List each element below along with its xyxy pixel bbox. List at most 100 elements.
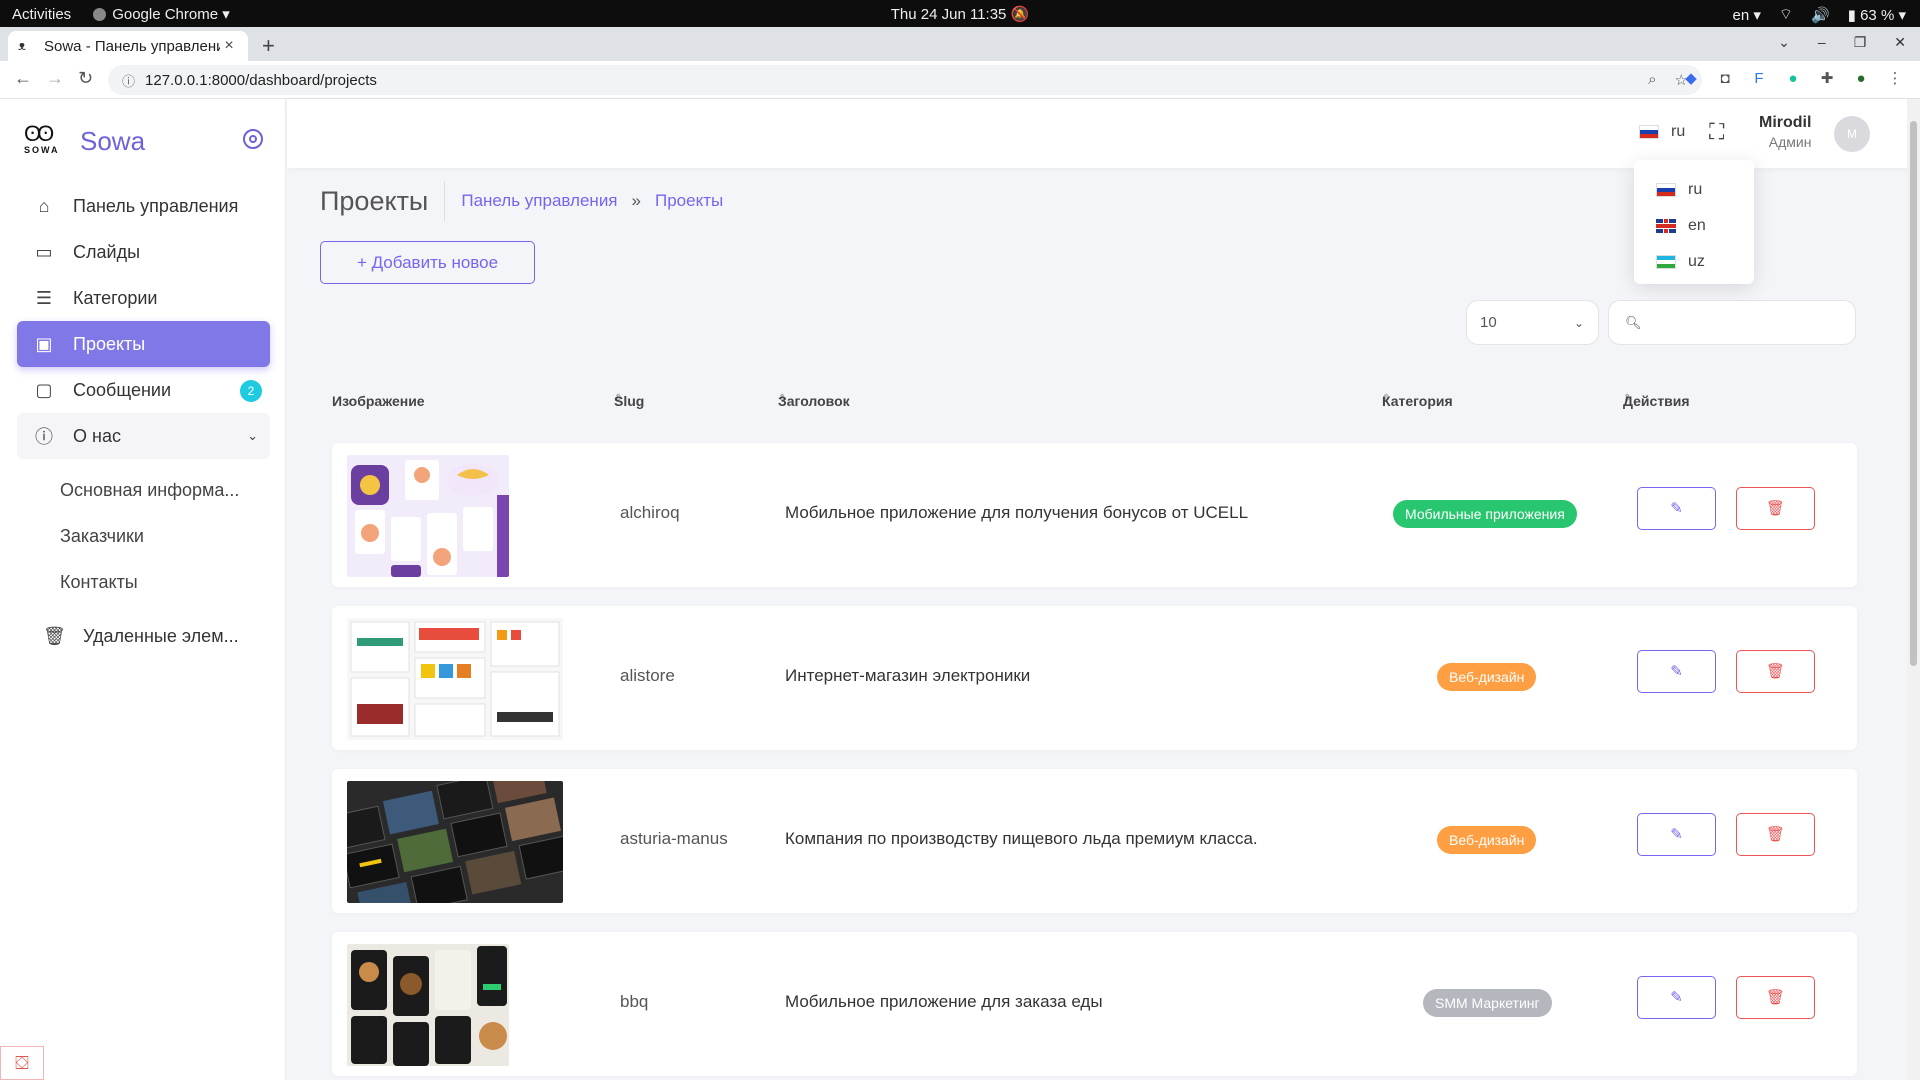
browser-tab[interactable]: ᴥ Sowa - Панель управлени × — [8, 31, 248, 61]
chevron-down-icon: ⌄ — [1573, 315, 1584, 330]
language-switcher[interactable]: ru — [1639, 123, 1685, 141]
sidebar-menu: ⌂ Панель управления ▭ Слайды ☰ Категории… — [17, 183, 270, 659]
sidebar-subitem-main-info[interactable]: Основная информа... — [17, 467, 270, 513]
language-option-ru[interactable]: ru — [1634, 172, 1754, 208]
forward-icon[interactable]: → — [46, 68, 64, 89]
language-option-uz[interactable]: uz — [1634, 244, 1754, 280]
brand-name: Sowa — [80, 125, 146, 156]
category-badge: Мобильные приложения — [1393, 500, 1577, 528]
extension-camera-icon[interactable]: ◘ — [1716, 70, 1734, 88]
laravel-debugbar-icon[interactable]: ⛋ — [0, 1046, 44, 1080]
category-badge: Веб-дизайн — [1437, 826, 1537, 854]
breadcrumb-home-link[interactable]: Панель управления — [461, 191, 617, 211]
per-page-select[interactable]: 10 ⌄ — [1466, 300, 1599, 345]
sidebar-item-slides[interactable]: ▭ Слайды — [17, 229, 270, 275]
sidebar-item-label: Панель управления — [73, 195, 239, 216]
edit-button[interactable]: ✎ — [1637, 487, 1716, 530]
sidebar-item-label: О нас — [73, 425, 121, 446]
extension-messenger-icon[interactable]: ◆ — [1682, 70, 1700, 88]
tab-search-icon[interactable]: ⌄ — [1778, 34, 1790, 51]
wifi-icon: ⌔ — [1778, 6, 1793, 23]
sidebar-item-categories[interactable]: ☰ Категории — [17, 275, 270, 321]
table-row: alchiroq Мобильное приложение для получе… — [332, 443, 1857, 587]
sidebar-item-about[interactable]: ⓘ О нас ⌄ — [17, 413, 270, 459]
trash-icon: 🗑 — [1765, 826, 1786, 843]
monitor-icon: ▭ — [35, 241, 53, 262]
sidebar-item-dashboard[interactable]: ⌂ Панель управления — [17, 183, 270, 229]
sidebar-item-label: Удаленные элем... — [83, 625, 239, 646]
flag-uk-icon — [1656, 219, 1676, 233]
column-header-image: Изображение — [332, 393, 425, 409]
owl-logo-icon: ʘʘ SOWA — [24, 121, 60, 156]
sidebar-item-projects[interactable]: ▣ Проекты — [17, 321, 270, 367]
extension-f-icon[interactable]: F — [1750, 70, 1768, 88]
delete-button[interactable]: 🗑 — [1736, 650, 1815, 693]
scrollbar-thumb[interactable] — [1910, 121, 1917, 666]
row-title: Интернет-магазин электроники — [785, 666, 1031, 685]
sidebar-subitem-contacts[interactable]: Контакты — [17, 559, 270, 605]
current-language: ru — [1671, 123, 1686, 140]
home-icon: ⌂ — [38, 195, 50, 216]
per-page-value: 10 — [1480, 314, 1497, 331]
sidebar-item-messages[interactable]: ▢ Сообщении 2 — [17, 367, 270, 413]
close-tab-icon[interactable]: × — [220, 37, 238, 55]
close-window-icon[interactable]: ✕ — [1894, 34, 1906, 51]
row-slug: alchiroq — [620, 503, 680, 522]
messages-count-badge: 2 — [240, 380, 262, 402]
input-language[interactable]: en ▾ — [1732, 6, 1760, 24]
extensions-puzzle-icon[interactable]: ✚ — [1818, 70, 1836, 88]
profile-avatar-icon[interactable]: ● — [1852, 70, 1870, 88]
trash-icon: 🗑 — [1765, 663, 1786, 680]
sidebar-item-label: Проекты — [73, 333, 146, 354]
briefcase-icon: ▣ — [35, 333, 53, 354]
browser-tab-strip: ᴥ Sowa - Панель управлени × + ⌄ – ❐ ✕ — [0, 27, 1920, 61]
volume-icon: 🔊 — [1810, 6, 1830, 24]
user-info[interactable]: Mirodil Админ — [1759, 114, 1811, 150]
sidebar-item-deleted[interactable]: 🗑 Удаленные элем... — [17, 613, 270, 659]
add-new-button[interactable]: + Добавить новое — [320, 241, 535, 284]
language-option-en[interactable]: en — [1634, 208, 1754, 244]
extension-grammarly-icon[interactable]: ● — [1784, 70, 1802, 88]
edit-button[interactable]: ✎ — [1637, 976, 1716, 1019]
flag-ru-icon — [1639, 125, 1659, 139]
trash-icon: 🗑 — [43, 625, 66, 646]
sidebar-item-label: Слайды — [73, 241, 141, 262]
page-scrollbar[interactable] — [1907, 99, 1920, 1080]
edit-icon: ✎ — [1670, 989, 1683, 1006]
delete-button[interactable]: 🗑 — [1736, 813, 1815, 856]
back-icon[interactable]: ← — [14, 68, 32, 89]
clock[interactable]: Thu 24 Jun 11:35 — [891, 6, 1007, 23]
minimize-icon[interactable]: – — [1818, 34, 1826, 51]
sidebar: ʘʘ SOWA Sowa ⌂ Панель управления ▭ Слайд… — [0, 99, 286, 1080]
sidebar-subitem-clients[interactable]: Заказчики — [17, 513, 270, 559]
flag-ru-icon — [1656, 183, 1676, 197]
search-field[interactable]: 🔍︎ — [1608, 300, 1856, 345]
reload-icon[interactable]: ↻ — [78, 68, 93, 89]
new-tab-button[interactable]: + — [262, 33, 275, 59]
sidebar-item-label: Сообщении — [73, 379, 171, 400]
table-header: Изображение ⇕ Slug ⇕ Заголовок ⇕ Категория … — [332, 393, 1690, 409]
edit-button[interactable]: ✎ — [1637, 813, 1716, 856]
address-bar[interactable]: ⓘ 127.0.0.1:8000/dashboard/projects ⌕ ☆ — [108, 65, 1702, 95]
list-icon: ☰ — [35, 287, 53, 308]
row-slug: bbq — [620, 992, 649, 1011]
edit-button[interactable]: ✎ — [1637, 650, 1716, 693]
avatar[interactable]: M — [1834, 116, 1870, 152]
brand[interactable]: ʘʘ SOWA Sowa — [24, 123, 145, 159]
delete-button[interactable]: 🗑 — [1736, 976, 1815, 1019]
breadcrumb-current[interactable]: Проекты — [655, 191, 723, 211]
sidebar-collapse-icon[interactable] — [243, 129, 263, 149]
owl-favicon-icon: ᴥ — [18, 38, 26, 53]
fullscreen-icon[interactable]: ⛶ — [1709, 121, 1731, 143]
chevron-down-icon: ⌄ — [247, 428, 258, 443]
row-slug: asturia-manus — [620, 829, 728, 848]
search-icon: 🔍︎ — [1625, 314, 1642, 330]
site-info-icon[interactable]: ⓘ — [122, 71, 135, 90]
delete-button[interactable]: 🗑 — [1736, 487, 1815, 530]
search-input[interactable] — [1649, 314, 1850, 331]
zoom-icon[interactable]: ⌕ — [1648, 71, 1656, 89]
battery-indicator[interactable]: ▮ 63 % ▾ — [1848, 6, 1906, 24]
restore-icon[interactable]: ❐ — [1854, 34, 1867, 51]
chrome-menu-icon[interactable]: ⋮ — [1886, 70, 1904, 88]
table-row: bbq Мобильное приложение для заказа еды … — [332, 932, 1857, 1076]
